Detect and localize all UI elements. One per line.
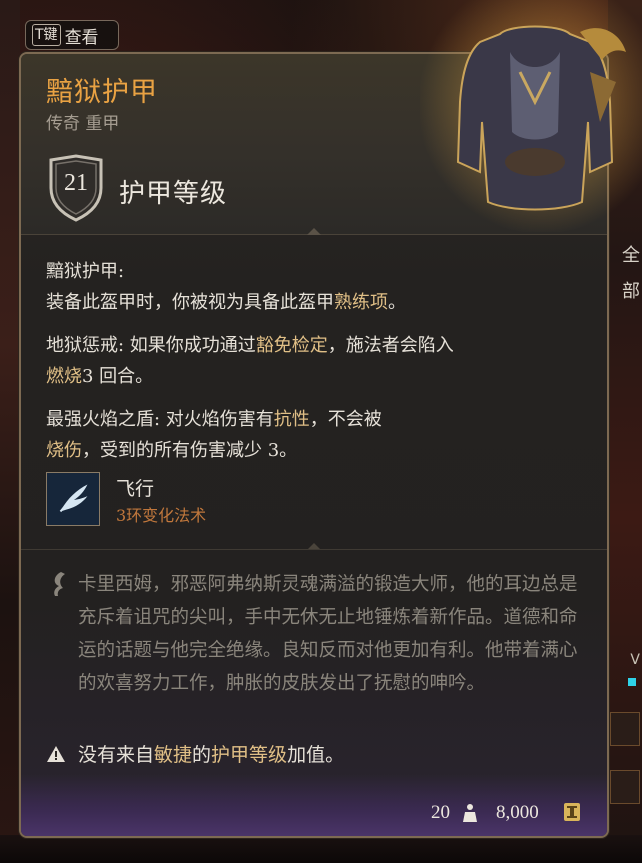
- warning-segment: 加值。: [287, 744, 345, 766]
- warning-segment: 的: [192, 744, 212, 766]
- property-text: : 如果你成功通过: [118, 335, 256, 356]
- property-title: 地狱惩戒: [46, 335, 118, 356]
- armor-chest-icon: [456, 25, 626, 211]
- item-price: 8,000: [496, 802, 539, 823]
- dex-warning: 没有来自敏捷的护甲等级加值。: [46, 740, 344, 767]
- background-bottom-bar: [0, 835, 642, 863]
- property-text: ，受到的所有伤害减少 3。: [82, 440, 298, 461]
- keyword-burning[interactable]: 燃烧: [46, 366, 82, 387]
- property-text: ，施法者会陷入: [327, 335, 454, 356]
- property-description: 装备此盔甲时，你被视为具备此盔甲熟练项。: [46, 287, 586, 318]
- quill-icon: [54, 572, 65, 596]
- property-text: : 对火焰伤害有: [154, 409, 274, 430]
- item-lore-text: 卡里西姆，邪恶阿弗纳斯灵魂满溢的锻造大师，他的耳边总是充斥着诅咒的尖叫，手中无休…: [78, 574, 578, 694]
- property-hellish-rebuke: 地狱惩戒: 如果你成功通过豁免检定，施法者会陷入燃烧3 回合。: [46, 330, 586, 392]
- background-indicator-dot: [628, 678, 636, 686]
- wing-feather-icon: [46, 472, 100, 526]
- warning-segment: 没有来自: [78, 744, 155, 766]
- background-left-edge: [0, 0, 20, 863]
- property-text: 。: [388, 292, 406, 313]
- property-text: 装备此盔甲时，你被视为具备此盔甲: [46, 292, 334, 313]
- inspect-hotkey-hint[interactable]: T键 查看: [25, 20, 119, 50]
- warning-text: 没有来自敏捷的护甲等级加值。: [78, 740, 344, 767]
- keyword-proficiency[interactable]: 熟练项: [334, 292, 388, 313]
- item-rarity-type: 传奇 重甲: [46, 114, 120, 134]
- property-fire-shield: 最强火焰之盾: 对火焰伤害有抗性，不会被烧伤，受到的所有伤害减少 3。: [46, 404, 586, 466]
- hotkey-keycap: T键: [32, 24, 61, 46]
- item-weight: 20: [431, 802, 450, 823]
- section-notch: [307, 228, 321, 235]
- keyword-dexterity[interactable]: 敏捷: [154, 744, 192, 766]
- keyword-armor-class[interactable]: 护甲等级: [211, 744, 287, 766]
- hotkey-label: 查看: [64, 27, 99, 48]
- item-name: 黯狱护甲: [46, 77, 158, 108]
- background-inventory-slot[interactable]: [610, 770, 640, 804]
- gold-coin-icon: [564, 803, 580, 821]
- background-inventory-slot[interactable]: [610, 712, 640, 746]
- weight-icon: [463, 804, 477, 822]
- keyword-resistance[interactable]: 抗性: [274, 409, 310, 430]
- background-letter: V: [630, 652, 640, 668]
- property-text: ，不会被: [309, 409, 382, 430]
- keyword-burn[interactable]: 烧伤: [46, 440, 82, 461]
- spell-name: 飞行: [116, 478, 155, 500]
- spell-level: 3环变化法术: [116, 506, 207, 525]
- property-title: 最强火焰之盾: [46, 409, 154, 430]
- warning-icon: [47, 745, 65, 762]
- keyword-saving-throw[interactable]: 豁免检定: [256, 335, 328, 356]
- section-divider: [21, 549, 607, 550]
- background-filter-all-tab[interactable]: 全部: [608, 238, 642, 302]
- property-text: 3 回合。: [82, 366, 154, 387]
- property-infernal-armor: 黯狱护甲: 装备此盔甲时，你被视为具备此盔甲熟练项。: [46, 256, 586, 318]
- armor-class-label: 护甲等级: [119, 179, 228, 209]
- armor-class-value: 21: [64, 170, 88, 196]
- item-properties: 黯狱护甲: 装备此盔甲时，你被视为具备此盔甲熟练项。 地狱惩戒: 如果你成功通过…: [46, 256, 586, 478]
- property-title: 黯狱护甲:: [46, 261, 125, 282]
